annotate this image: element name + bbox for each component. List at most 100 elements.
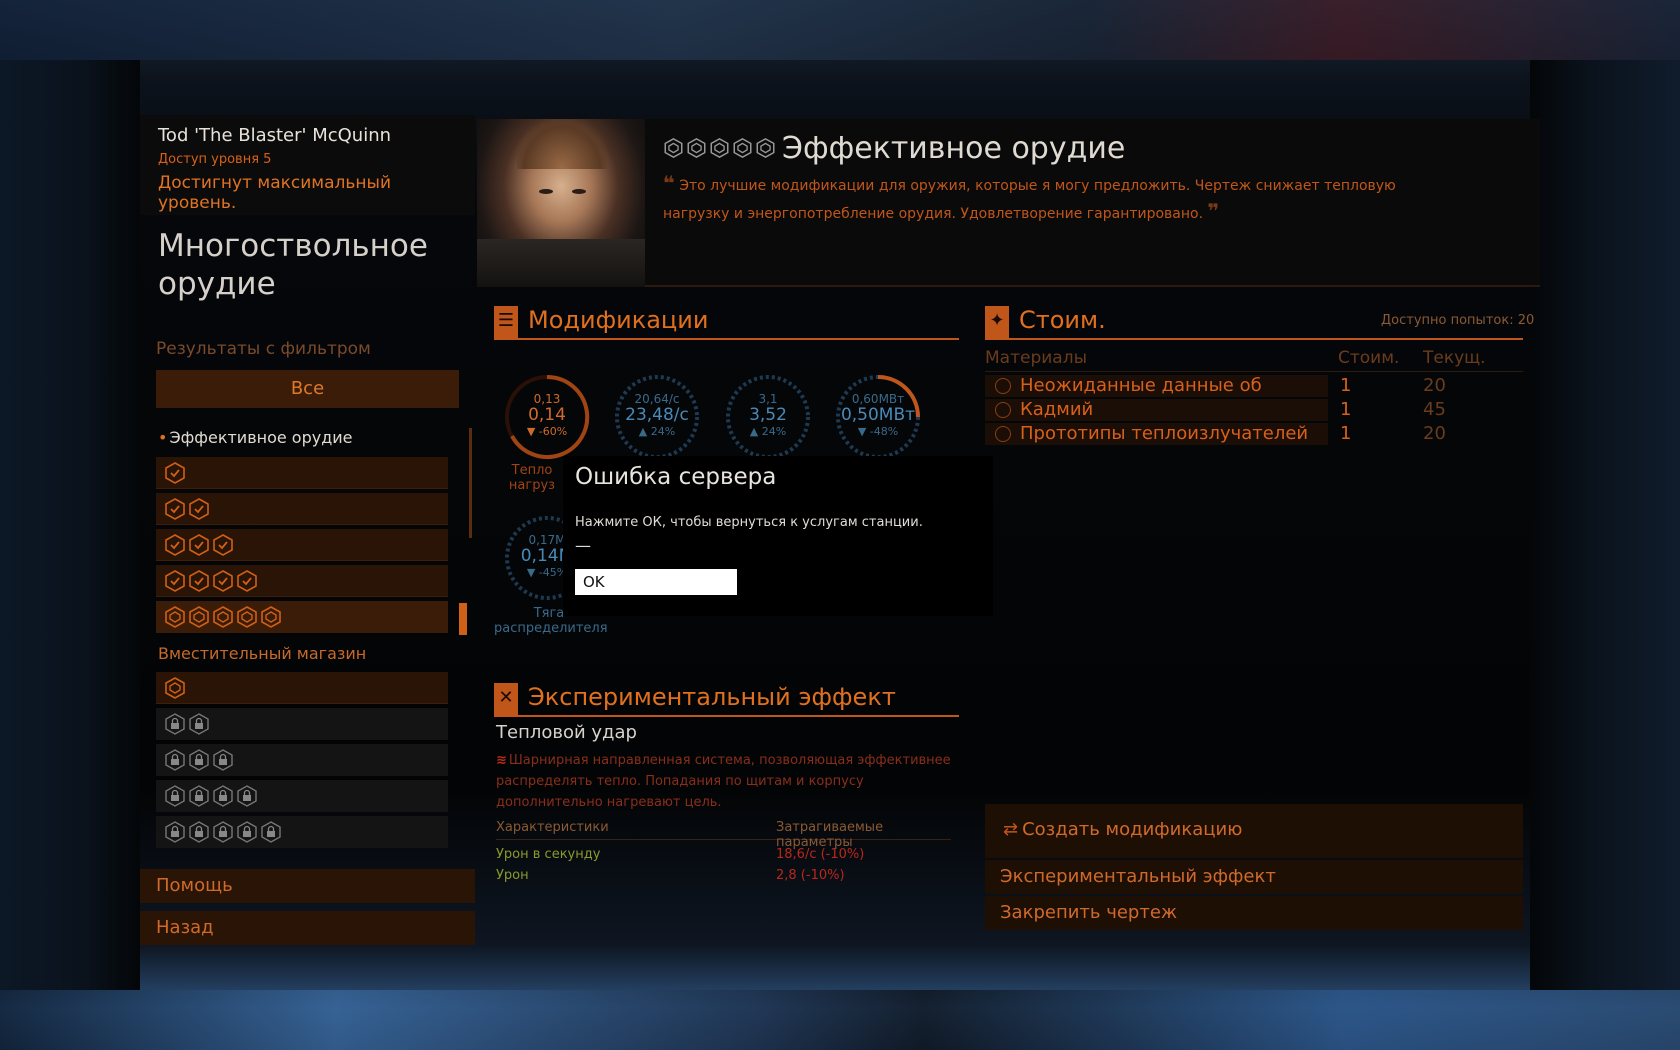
gauge-value: 3,52: [749, 405, 787, 425]
sidebar-scroll-track[interactable]: [469, 428, 472, 538]
col-cost: Стоим.: [1338, 348, 1400, 368]
effect-name: Тепловой удар: [496, 722, 637, 743]
grade-check-icon: [164, 461, 186, 485]
grade-hex-icon: [732, 137, 754, 161]
gauge-delta: ▲ 24%: [638, 425, 676, 438]
grade-hex-icon: [164, 605, 186, 629]
lock-icon: [212, 748, 234, 772]
lock-icon: [188, 712, 210, 736]
material-name: Прототипы теплоизлучателей: [985, 423, 1328, 445]
effect-table-header: Характеристики Затрагиваемые параметры: [496, 818, 951, 850]
grade-check-icon: [188, 533, 210, 557]
gauge-heat-load: 0,13 0,14 ▼ -60%: [502, 372, 592, 462]
pin-blueprint-button[interactable]: Закрепить чертеж: [985, 896, 1523, 930]
grade-hex-icon: [709, 137, 731, 161]
grade-1-row[interactable]: [156, 672, 448, 704]
grade-3-row[interactable]: [156, 529, 448, 561]
gauge-delta: ▼ -48%: [857, 425, 899, 438]
material-cost: 1: [1340, 399, 1352, 420]
category-efficient-weapon[interactable]: • Эффективное орудие: [158, 428, 353, 447]
experimental-effect-title: Экспериментальный эффект: [528, 683, 896, 711]
engineer-access-level: Доступ уровня 5: [158, 152, 272, 167]
effect-stat: Урон в секунду: [496, 847, 601, 862]
material-icon: [995, 378, 1011, 394]
quote-close-icon: ❞: [1207, 199, 1220, 223]
grade-hex-icon: [236, 605, 258, 629]
category-label: Эффективное орудие: [169, 428, 353, 447]
category-high-capacity-magazine[interactable]: Вместительный магазин: [158, 644, 366, 663]
sidebar-scroll-thumb[interactable]: [459, 603, 467, 635]
create-modification-label: Создать модификацию: [1022, 819, 1243, 840]
grade-4-row-locked[interactable]: [156, 780, 448, 812]
material-icon: [995, 426, 1011, 442]
lock-icon: [236, 784, 258, 808]
col-current: Текущ.: [1423, 348, 1486, 368]
material-name: Кадмий: [985, 399, 1328, 421]
grade-2-row[interactable]: [156, 493, 448, 525]
grade-hex-icon: [686, 137, 708, 161]
material-current: 20: [1423, 375, 1446, 396]
experimental-effect-header: ✕ Экспериментальный эффект: [494, 681, 959, 717]
quote-open-icon: ❝: [663, 171, 675, 195]
gauge-damage: 3,1 3,52 ▲ 24%: [723, 372, 813, 462]
material-current: 20: [1423, 423, 1446, 444]
cost-title: Стоим.: [1019, 306, 1106, 334]
thermal-icon: ≋: [496, 753, 507, 768]
engineer-status: Достигнут максимальный уровень.: [158, 173, 392, 213]
lock-icon: [164, 712, 186, 736]
grade-2-row-locked[interactable]: [156, 708, 448, 740]
grade-hex-icon: [188, 605, 210, 629]
modifications-header: ☰ Модификации: [494, 304, 959, 340]
modification-title: Эффективное орудие: [782, 131, 1126, 166]
blueprint-header: Эффективное орудие ❝ Это лучшие модифика…: [645, 119, 1540, 287]
background-ceiling: [0, 0, 1680, 60]
dialog-message: Нажмите ОК, чтобы вернуться к услугам ст…: [575, 515, 923, 530]
grade-icons: [663, 137, 777, 161]
grade-5-row-locked[interactable]: [156, 816, 448, 848]
grade-1-row[interactable]: [156, 457, 448, 489]
lock-icon: [188, 748, 210, 772]
grade-3-row-locked[interactable]: [156, 744, 448, 776]
effect-description-text: Шарнирная направленная система, позволяю…: [496, 753, 951, 810]
grade-5-row[interactable]: [156, 601, 448, 633]
grade-hex-icon: [663, 137, 685, 161]
col-params: Затрагиваемые параметры: [776, 820, 884, 850]
grade-hex-icon: [755, 137, 777, 161]
lock-icon: [188, 784, 210, 808]
grade-hex-icon: [212, 605, 234, 629]
portrait-coat: [477, 239, 645, 287]
create-modification-button[interactable]: ⇄ Создать модификацию: [985, 804, 1523, 858]
help-button[interactable]: Помощь: [140, 869, 475, 903]
gauge-power-draw: 0,60МВт 0,50МВт ▼ -48%: [833, 372, 923, 462]
cost-table-header: Материалы Стоим. Текущ.: [985, 348, 1523, 372]
experimental-effect-button[interactable]: Экспериментальный эффект: [985, 860, 1523, 894]
portrait-eye: [572, 189, 586, 194]
dialog-title: Ошибка сервера: [575, 464, 777, 490]
engineer-info: Tod 'The Blaster' McQuinn Доступ уровня …: [140, 115, 475, 215]
effect-param: 18,6/с (-10%): [776, 847, 865, 862]
lock-icon: [164, 820, 186, 844]
gauge-delta: ▼ -60%: [526, 425, 568, 438]
col-materials: Материалы: [985, 348, 1087, 368]
attempts-available: Доступно попыток: 20: [1381, 313, 1535, 328]
filter-button[interactable]: Все: [156, 370, 459, 408]
grade-check-icon: [164, 569, 186, 593]
material-current: 45: [1423, 399, 1446, 420]
gauge-value: 0,14: [528, 405, 566, 425]
gauge-base-value: 0,60МВт: [851, 392, 905, 406]
grade-check-icon: [236, 569, 258, 593]
effect-stat: Урон: [496, 868, 529, 883]
sliders-icon: ⇄: [1003, 819, 1019, 840]
gauge-base-value: 3,1: [758, 392, 778, 406]
material-row: Кадмий 1 45: [985, 399, 1523, 421]
back-button[interactable]: Назад: [140, 911, 475, 945]
modifications-title: Модификации: [528, 306, 709, 334]
grade-hex-icon: [260, 605, 282, 629]
server-error-dialog: Ошибка сервера Нажмите ОК, чтобы вернуть…: [563, 456, 993, 616]
material-row: Прототипы теплоизлучателей 1 20: [985, 423, 1523, 445]
material-name-text: Кадмий: [1020, 399, 1094, 420]
grade-check-icon: [188, 497, 210, 521]
grade-4-row[interactable]: [156, 565, 448, 597]
ok-button[interactable]: OK: [575, 569, 737, 595]
gauge-base-value: 20,64/с: [634, 392, 680, 406]
